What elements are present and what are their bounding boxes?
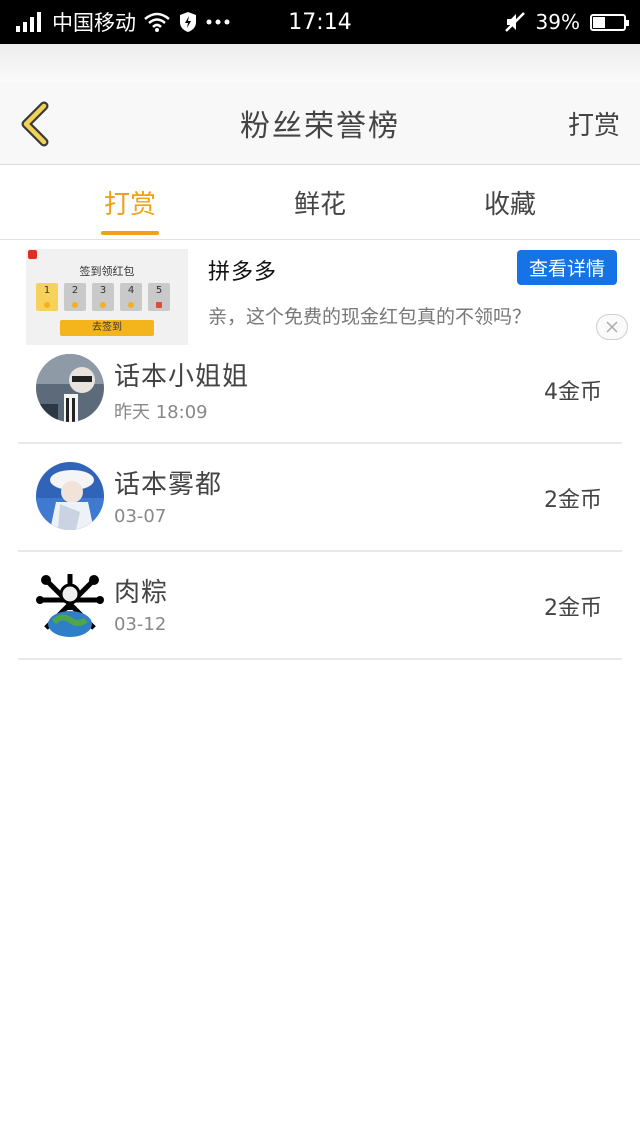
tab-label: 收藏: [483, 189, 536, 220]
coin-icon: [72, 302, 78, 308]
mute-icon: [504, 12, 525, 32]
checkin-days: 1 2 3 4 5: [36, 283, 170, 311]
ad-advertiser-name: 拼多多: [208, 260, 278, 285]
user-name: 话本雾都: [114, 470, 223, 500]
ad-banner[interactable]: 签到领红包 1 2 3 4 5 去签到 拼多多 查看详情 亲，这个免费的现金红包…: [0, 240, 640, 348]
tab-active-indicator: [101, 231, 159, 235]
reward-time: 03-07: [114, 506, 167, 527]
tab-reward[interactable]: 打赏: [50, 165, 210, 239]
tab-label: 鲜花: [293, 189, 346, 220]
top-shade: [0, 44, 640, 82]
pdd-logo-icon: [28, 250, 37, 259]
coin-icon: [128, 302, 134, 308]
ad-thumbnail[interactable]: 签到领红包 1 2 3 4 5 去签到: [26, 249, 188, 345]
checkin-day: 4: [120, 283, 142, 311]
avatar[interactable]: [36, 354, 104, 422]
battery-percent: 39%: [535, 10, 580, 34]
battery-fill: [593, 16, 605, 28]
tab-flowers[interactable]: 鲜花: [240, 165, 400, 239]
list-item[interactable]: 话本雾都 03-07 2金币: [18, 444, 622, 552]
status-bar: 中国移动 17:14 39%: [0, 0, 640, 44]
status-bar-right: 39%: [504, 0, 629, 44]
avatar[interactable]: [36, 462, 104, 530]
coin-icon: [44, 302, 50, 308]
user-name: 话本小姐姐: [114, 362, 250, 392]
user-name: 肉粽: [114, 578, 169, 608]
ad-view-details-button[interactable]: 查看详情: [517, 250, 617, 285]
reward-amount: 4金币: [544, 380, 602, 405]
ad-description: 亲，这个免费的现金红包真的不领吗？: [208, 306, 532, 328]
tab-bar: 打赏 鲜花 收藏: [0, 165, 640, 240]
checkin-day: 1: [36, 283, 58, 311]
checkin-day: 2: [64, 283, 86, 311]
red-packet-icon: [156, 302, 162, 308]
reward-time: 昨天 18:09: [114, 402, 208, 423]
tab-favorites[interactable]: 收藏: [430, 165, 590, 239]
checkin-day: 5: [148, 283, 170, 311]
close-icon: [606, 321, 618, 333]
list-item[interactable]: 话本小姐姐 昨天 18:09 4金币: [18, 336, 622, 444]
coin-icon: [100, 302, 106, 308]
page-title: 粉丝荣誉榜: [240, 109, 400, 144]
avatar[interactable]: [36, 570, 104, 638]
fan-list: 话本小姐姐 昨天 18:09 4金币 话本雾都 03-07 2金币 肉粽 03-…: [18, 336, 622, 660]
list-item[interactable]: 肉粽 03-12 2金币: [18, 552, 622, 660]
checkin-day: 3: [92, 283, 114, 311]
reward-amount: 2金币: [544, 488, 602, 513]
battery-icon: [590, 13, 629, 31]
ad-thumb-button: 去签到: [60, 320, 154, 336]
tab-label: 打赏: [103, 189, 156, 220]
reward-time: 03-12: [114, 614, 167, 635]
reward-amount: 2金币: [544, 596, 602, 621]
nav-bar: 粉丝荣誉榜 打赏: [0, 82, 640, 165]
reward-action-button[interactable]: 打赏: [568, 82, 620, 164]
ad-thumb-title: 签到领红包: [79, 265, 135, 278]
